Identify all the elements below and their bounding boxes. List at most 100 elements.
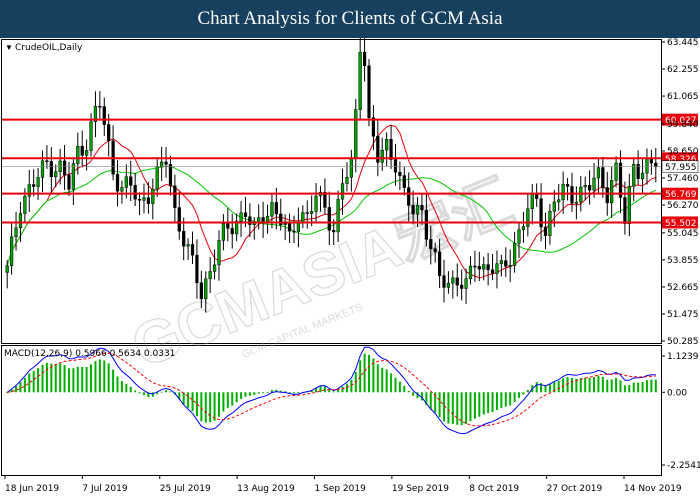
macd-histogram-bar <box>394 377 397 393</box>
candle-body <box>45 160 49 162</box>
macd-histogram-bar <box>134 390 137 393</box>
price-tick-label: 56.270 <box>667 201 699 211</box>
date-tick-label: 14 Nov 2019 <box>624 484 682 494</box>
macd-histogram-bar <box>584 377 587 393</box>
candle-body <box>243 212 248 217</box>
candle-body <box>10 236 14 266</box>
level-price-label: 56.769 <box>665 190 697 200</box>
candle-body <box>526 208 530 227</box>
macd-histogram-bar <box>500 392 503 408</box>
candle-body <box>587 185 592 191</box>
candle-body <box>464 278 468 289</box>
macd-histogram-bar <box>112 369 115 393</box>
candle-body <box>610 180 614 204</box>
macd-histogram-bar <box>628 385 631 393</box>
candle-body <box>239 212 243 222</box>
candle-body <box>345 176 349 184</box>
macd-histogram-bar <box>244 392 247 397</box>
macd-histogram-bar <box>138 392 141 394</box>
macd-histogram-bar <box>240 392 243 399</box>
candle-body <box>212 264 217 272</box>
macd-histogram-bar <box>641 381 644 393</box>
candle-body <box>32 184 36 187</box>
macd-histogram-bar <box>597 375 600 393</box>
macd-histogram-bar <box>593 377 596 393</box>
macd-histogram-bar <box>248 392 251 396</box>
candle-body <box>221 223 226 241</box>
candle-body <box>420 204 424 211</box>
macd-histogram-bar <box>504 392 507 407</box>
macd-histogram-bar <box>151 392 154 397</box>
macd-histogram-bar <box>187 392 190 408</box>
current-price-label: 57.955 <box>665 163 697 173</box>
macd-histogram-bar <box>19 382 22 393</box>
candle-body <box>521 226 526 230</box>
macd-histogram-bar <box>235 392 238 403</box>
candle-body <box>310 211 314 214</box>
price-tick-label: 59.840 <box>667 120 699 130</box>
price-tick-label: 53.855 <box>667 256 699 266</box>
candle-body <box>5 265 9 273</box>
macd-histogram-bar <box>94 361 97 393</box>
macd-histogram-bar <box>76 366 79 393</box>
macd-histogram-bar <box>142 392 145 396</box>
candle-body <box>226 223 230 229</box>
candle-body <box>71 163 76 190</box>
macd-histogram-bar <box>522 392 525 395</box>
macd-histogram-bar <box>266 392 269 394</box>
macd-histogram-bar <box>67 368 70 393</box>
candle-body <box>58 160 62 172</box>
macd-histogram-bar <box>217 392 220 417</box>
macd-histogram-bar <box>381 367 384 393</box>
macd-histogram-bar <box>398 381 401 393</box>
candle-body <box>482 264 486 270</box>
macd-histogram-bar <box>451 392 454 425</box>
candle-body <box>618 162 623 198</box>
macd-histogram-bar <box>63 365 66 393</box>
candle-body <box>583 185 587 188</box>
candle-body <box>85 150 89 156</box>
macd-histogram-bar <box>495 392 498 411</box>
macd-histogram-bar <box>350 379 353 393</box>
candle-body <box>124 176 128 188</box>
macd-histogram-bar <box>456 392 459 425</box>
candle-body <box>596 167 601 179</box>
macd-histogram-bar <box>297 392 300 394</box>
candle-body <box>301 212 305 222</box>
macd-histogram-bar <box>487 392 490 414</box>
macd-histogram-bar <box>557 380 560 393</box>
candle-body <box>305 212 309 214</box>
macd-histogram-bar <box>85 366 88 393</box>
candle-body <box>455 277 459 286</box>
macd-histogram-bar <box>478 392 481 417</box>
candle-body <box>14 227 18 238</box>
macd-histogram-bar <box>465 392 468 424</box>
macd-histogram-bar <box>403 385 406 393</box>
price-tick-label: 52.665 <box>667 283 699 293</box>
macd-histogram-bar <box>323 386 326 393</box>
candle-body <box>40 160 45 178</box>
candle-body <box>80 146 84 156</box>
candle-body <box>411 205 415 215</box>
candle-body <box>565 184 570 187</box>
candle-body <box>504 260 508 267</box>
candle-body <box>649 158 653 164</box>
candle-body <box>477 266 481 270</box>
macd-histogram-bar <box>72 368 75 393</box>
macd-histogram-bar <box>588 377 591 393</box>
candle-body <box>473 265 477 268</box>
candle-body <box>486 264 490 271</box>
candle-body <box>517 229 521 244</box>
candle-body <box>530 193 534 209</box>
macd-histogram-bar <box>165 390 168 393</box>
candle-body <box>164 161 168 165</box>
candle-body <box>168 164 173 187</box>
macd-histogram-bar <box>59 363 62 393</box>
candle-body <box>557 199 561 203</box>
candle-body <box>393 159 398 173</box>
candle-body <box>76 146 80 164</box>
candle-body <box>543 226 548 236</box>
candle-body <box>468 265 473 279</box>
candle-body <box>385 139 389 151</box>
candle-body <box>398 171 402 176</box>
